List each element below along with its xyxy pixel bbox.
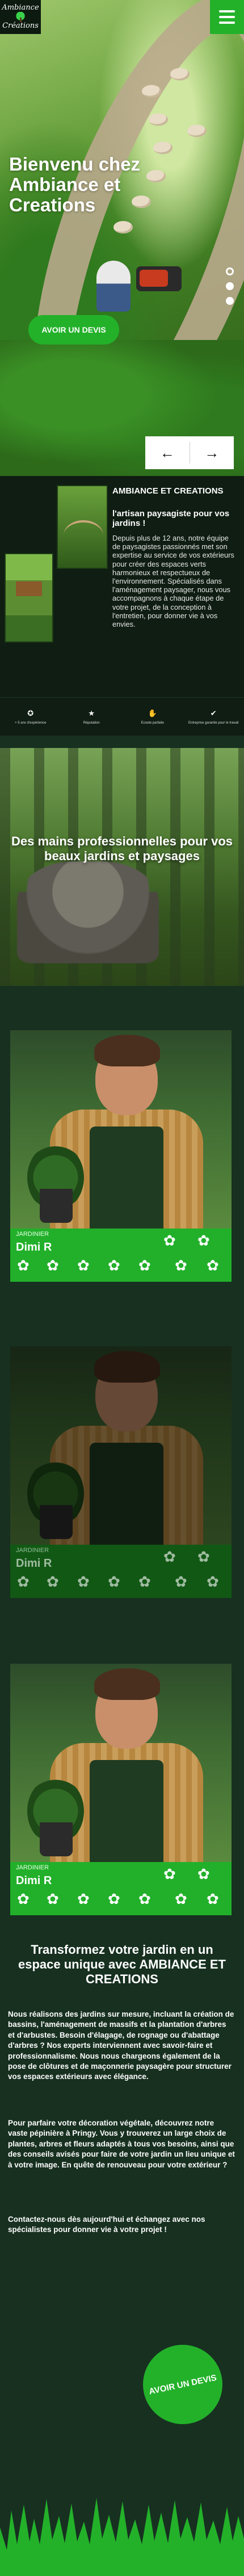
flower-icon: ✿ [163, 1865, 176, 1882]
star-icon: ★ [88, 708, 95, 717]
flower-icon: ✿ [197, 1548, 210, 1565]
intro-heading: AMBIANCE ET CREATIONS [112, 486, 224, 496]
features-strip: ✪ + 5 ans d'expérience ★ Réputation ✋ Ec… [0, 697, 244, 736]
team-name: Dimi R [16, 1241, 52, 1253]
slider-arrows: ← → [145, 436, 234, 469]
slider-dot-2[interactable] [226, 282, 234, 290]
tree-stump-image [17, 861, 159, 963]
flower-icon: ✿ [175, 1257, 187, 1274]
flower-icon: ✿ [77, 1890, 90, 1907]
logo-text-bottom: Créations [2, 22, 39, 30]
garden-bridge-photo [57, 485, 108, 569]
hamburger-menu-button[interactable] [210, 0, 244, 34]
check-icon: ✔ [210, 708, 217, 717]
flower-icon: ✿ [17, 1890, 30, 1907]
services-paragraph: Nous réalisons des jardins sur mesure, i… [8, 2010, 234, 2081]
hamburger-line [219, 22, 235, 24]
grass-footer-image [0, 2498, 244, 2576]
prev-arrow-icon[interactable]: ← [145, 436, 190, 469]
apron-shape [90, 1443, 163, 1545]
badge-icon: ✪ [27, 708, 34, 717]
flower-icon: ✿ [207, 1573, 219, 1590]
team-role: JARDINIER [16, 1231, 49, 1238]
next-arrow-icon[interactable]: → [190, 436, 234, 469]
thumbs-up-icon: ✋ [148, 708, 157, 717]
team-name: Dimi R [16, 1874, 52, 1887]
tree-logo-icon [13, 12, 28, 22]
garden-pergola-photo [5, 553, 53, 643]
team-card[interactable]: ✿ ✿ ✿ ✿ ✿ ✿ ✿ ✿ ✿ JARDINIER Dimi R [10, 1664, 232, 1915]
flower-icon: ✿ [138, 1890, 151, 1907]
hero-title: Bienvenu chez Ambiance et Creations [9, 154, 141, 215]
contact-paragraph: Contactez-nous dès aujourd'hui et échang… [8, 2215, 205, 2234]
flower-icon: ✿ [17, 1257, 30, 1274]
flower-icon: ✿ [207, 1257, 219, 1274]
site-header: Ambiance Créations [0, 0, 244, 34]
flower-icon: ✿ [17, 1573, 30, 1590]
flower-icon: ✿ [197, 1865, 210, 1882]
logo-text-top: Ambiance [2, 3, 39, 12]
flower-icon: ✿ [175, 1890, 187, 1907]
team-role: JARDINIER [16, 1864, 49, 1871]
hamburger-line [219, 16, 235, 18]
hair-shape [94, 1035, 160, 1066]
lawn-mower-image [136, 266, 182, 291]
feature-label: + 5 ans d'expérience [15, 721, 47, 725]
flower-icon: ✿ [108, 1257, 120, 1274]
feature-label: Entreprise garantie pour le travail [188, 721, 239, 725]
feature-guarantee: ✔ Entreprise garantie pour le travail [183, 698, 244, 736]
slider-dots [226, 267, 234, 305]
gardener-photo [10, 1030, 232, 1229]
hamburger-icon [219, 10, 235, 12]
pot-shape [40, 1189, 73, 1223]
intro-text: Depuis plus de 12 ans, notre équipe de p… [112, 534, 234, 629]
feature-label: Ecoute parfaite [141, 721, 164, 725]
round-quote-button[interactable]: AVOIR UN DEVIS [135, 2337, 230, 2432]
feature-experience: ✪ + 5 ans d'expérience [0, 698, 61, 736]
flower-icon: ✿ [108, 1890, 120, 1907]
logo[interactable]: Ambiance Créations [0, 0, 41, 34]
flower-icon: ✿ [47, 1257, 59, 1274]
flower-icon: ✿ [47, 1890, 59, 1907]
nursery-paragraph: Pour parfaire votre décoration végétale,… [8, 2119, 235, 2169]
flower-icon: ✿ [47, 1573, 59, 1590]
quote-button[interactable]: AVOIR UN DEVIS [28, 315, 119, 345]
flower-icon: ✿ [163, 1548, 176, 1565]
forest-banner-title: Des mains professionnelles pour vos beau… [11, 834, 233, 863]
flower-icon: ✿ [77, 1573, 90, 1590]
gardener-photo [10, 1664, 232, 1862]
team-role: JARDINIER [16, 1547, 49, 1554]
pot-shape [40, 1505, 73, 1539]
flower-icon: ✿ [163, 1232, 176, 1249]
team-card[interactable]: ✿ ✿ ✿ ✿ ✿ ✿ ✿ ✿ ✿ JARDINIER Dimi R [10, 1030, 232, 1282]
hair-shape [94, 1351, 160, 1383]
flower-icon: ✿ [207, 1890, 219, 1907]
slider-dot-3[interactable] [226, 297, 234, 305]
flower-icon: ✿ [77, 1257, 90, 1274]
hero-section [0, 0, 244, 476]
gardener-photo [10, 1346, 232, 1545]
apron-shape [90, 1760, 163, 1862]
pot-shape [40, 1822, 73, 1856]
flower-icon: ✿ [108, 1573, 120, 1590]
team-name: Dimi R [16, 1557, 52, 1570]
feature-listening: ✋ Ecoute parfaite [122, 698, 183, 736]
intro-subheading: l'artisan paysagiste pour vos jardins ! [112, 509, 230, 528]
feature-reputation: ★ Réputation [61, 698, 123, 736]
flower-icon: ✿ [197, 1232, 210, 1249]
team-card[interactable]: ✿ ✿ ✿ ✿ ✿ ✿ ✿ ✿ ✿ JARDINIER Dimi R [10, 1346, 232, 1598]
gardener-figure-image [96, 261, 131, 312]
cta-title: Transformez votre jardin en un espace un… [18, 1942, 226, 1986]
slider-dot-1[interactable] [226, 267, 234, 275]
apron-shape [90, 1127, 163, 1229]
hair-shape [94, 1668, 160, 1700]
flower-icon: ✿ [138, 1573, 151, 1590]
feature-label: Réputation [83, 721, 100, 725]
flower-icon: ✿ [138, 1257, 151, 1274]
flower-icon: ✿ [175, 1573, 187, 1590]
